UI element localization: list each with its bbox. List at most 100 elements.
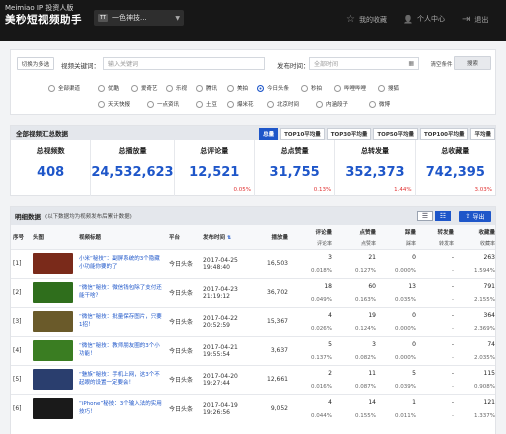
publish-time-picker[interactable]: 全部时间 ▦	[309, 57, 419, 70]
export-button[interactable]: ⇪ 导出	[459, 211, 491, 222]
row-dislike: 5	[412, 369, 416, 377]
col-comment[interactable]: 评论量	[290, 225, 334, 239]
row-like-rate: 0.163%	[355, 296, 376, 303]
sort-icon[interactable]: ⇅	[227, 235, 231, 241]
row-comment: 4	[328, 398, 332, 406]
table-row[interactable]: [2] “微信”秘技：微信钱包除了支付还能干啥？ 今日头条 2017-04-23 21:…	[11, 277, 495, 307]
tab-top50[interactable]: TOP50平均量	[373, 128, 419, 140]
row-play: 16,503	[256, 248, 290, 278]
platform-option[interactable]: 天天快报	[98, 100, 130, 108]
radio-icon	[48, 84, 55, 92]
tab-total[interactable]: 总量	[259, 128, 279, 140]
platform-option[interactable]: 优酷	[98, 84, 119, 92]
keyword-input[interactable]: 输入关键词	[103, 57, 265, 70]
row-like: 21	[368, 253, 376, 261]
row-like: 60	[368, 282, 376, 290]
tab-average[interactable]: 平均量	[470, 128, 495, 140]
video-thumbnail[interactable]	[33, 398, 73, 420]
platform-option[interactable]: 微博	[369, 100, 390, 108]
row-dislike-rate: 0.000%	[395, 267, 416, 274]
col-dislike[interactable]: 踩量	[378, 225, 418, 239]
radio-icon	[316, 100, 323, 108]
col-play[interactable]: 播放量	[256, 225, 290, 249]
row-share: -	[451, 282, 454, 290]
row-like: 19	[368, 311, 376, 319]
brand[interactable]: Meimiao IP 投资人版 美秒短视频助手	[5, 5, 82, 26]
platform-option[interactable]: 内涵段子	[316, 100, 348, 108]
row-comment-rate: 0.044%	[311, 412, 332, 419]
row-index: [5]	[11, 364, 31, 394]
video-title-link[interactable]: 小米“秘技”：副屏系统的3个隐藏小功能你要的了	[79, 256, 165, 272]
platform-option[interactable]: 秒拍	[301, 84, 322, 92]
publish-time-label: 发布时间：	[277, 62, 310, 70]
video-title-link[interactable]: “微信”秘技：批量保存图片，只要1招！	[79, 314, 165, 330]
row-favorite: 115	[483, 369, 495, 377]
col-index: 序号	[11, 225, 31, 249]
row-share-rate: -	[452, 296, 454, 303]
nav-profile[interactable]: 👤 个人中心	[403, 14, 445, 24]
col-title: 视频标题	[77, 225, 167, 249]
nav-logout[interactable]: ⇥ 退出	[462, 14, 488, 25]
radio-icon	[301, 84, 308, 92]
tab-top100[interactable]: TOP100平均量	[420, 128, 469, 140]
radio-icon	[98, 100, 105, 108]
video-title-link[interactable]: “微信”秘技：教师朋友圈的3个小功能！	[79, 343, 165, 359]
col-dislike-rate: 踩率	[378, 239, 418, 249]
col-thumb: 头图	[31, 225, 77, 249]
platform-option[interactable]: 爱奇艺	[131, 84, 158, 92]
platform-option[interactable]: 腾讯	[196, 84, 217, 92]
video-thumbnail[interactable]	[33, 253, 73, 274]
list-view-icon[interactable]: ☰	[417, 211, 433, 221]
col-favorite[interactable]: 收藏量	[456, 225, 495, 239]
row-favorite-rate: 2.155%	[474, 296, 495, 303]
row-index: [6]	[11, 393, 31, 423]
brand-title: 美秒短视频助手	[5, 14, 82, 26]
toggle-multiselect-button[interactable]: 切换为多选	[17, 57, 54, 70]
tab-top10[interactable]: TOP10平均量	[280, 128, 325, 140]
summary-tabs: 总量 TOP10平均量 TOP30平均量 TOP50平均量 TOP100平均量 …	[257, 128, 495, 140]
col-like[interactable]: 点赞量	[334, 225, 378, 239]
video-title-link[interactable]: “魅族”秘技：手机上网，这3个不起眼的设置一定要会！	[79, 372, 165, 388]
platform-option[interactable]: 哔哩哔哩	[334, 84, 366, 92]
platform-option[interactable]: 北京时间	[267, 100, 299, 108]
tab-top30[interactable]: TOP30平均量	[326, 128, 372, 140]
table-row[interactable]: [3] “微信”秘技：批量保存图片，只要1招！ 今日头条 2017-04-22 20:5…	[11, 306, 495, 336]
platform-option[interactable]: 乐视	[166, 84, 187, 92]
table-row[interactable]: [6] “iPhone”秘技：3个输入法的实用技巧！ 今日头条 2017-04-19 1…	[11, 393, 495, 423]
search-button[interactable]: 搜索	[454, 56, 491, 70]
channel-name: 一色神技...	[112, 14, 147, 22]
platform-option[interactable]: 搜狐	[378, 84, 399, 92]
col-share[interactable]: 转发量	[418, 225, 456, 239]
row-index: [3]	[11, 306, 31, 336]
table-row[interactable]: [4] “微信”秘技：教师朋友圈的3个小功能！ 今日头条 2017-04-21 19:5…	[11, 335, 495, 365]
platform-option[interactable]: 美拍	[227, 84, 248, 92]
video-title-link[interactable]: “iPhone”秘技：3个输入法的实用技巧！	[79, 401, 165, 417]
col-publish-time[interactable]: 发布时间 ⇅	[201, 225, 256, 249]
nav-favorites-label: 我的收藏	[358, 15, 387, 24]
row-time: 20:52:59	[203, 321, 230, 329]
platform-option[interactable]: 爆米花	[227, 100, 254, 108]
platform-option-selected[interactable]: 今日头条	[257, 84, 289, 92]
calendar-icon: ▦	[408, 60, 414, 67]
table-row[interactable]: [5] “魅族”秘技：手机上网，这3个不起眼的设置一定要会！ 今日头条 2017-04…	[11, 364, 495, 394]
channel-selector[interactable]: TT 一色神技... ▼	[94, 10, 184, 26]
row-favorite-rate: 1.337%	[474, 412, 495, 419]
platform-option[interactable]: 土豆	[196, 100, 217, 108]
row-time: 21:19:12	[203, 292, 230, 300]
video-thumbnail[interactable]	[33, 340, 73, 361]
row-dislike-rate: 0.000%	[395, 325, 416, 332]
platform-option[interactable]: 一点资讯	[147, 100, 179, 108]
row-like-rate: 0.155%	[355, 412, 376, 419]
video-title-link[interactable]: “微信”秘技：微信钱包除了支付还能干啥？	[79, 285, 165, 301]
nav-favorites[interactable]: ☆ 我的收藏	[346, 14, 387, 25]
platform-option[interactable]: 全部渠道	[48, 84, 80, 92]
row-time: 19:55:54	[203, 350, 230, 358]
row-share: -	[451, 311, 454, 319]
detail-view-icon[interactable]: ☷	[435, 211, 451, 221]
video-thumbnail[interactable]	[33, 282, 73, 303]
video-thumbnail[interactable]	[33, 311, 73, 332]
radio-checked-icon	[257, 84, 264, 92]
row-favorite-rate: 1.594%	[474, 267, 495, 274]
table-row[interactable]: [1] 小米“秘技”：副屏系统的3个隐藏小功能你要的了 今日头条 2017-04-25…	[11, 248, 495, 278]
video-thumbnail[interactable]	[33, 369, 73, 390]
